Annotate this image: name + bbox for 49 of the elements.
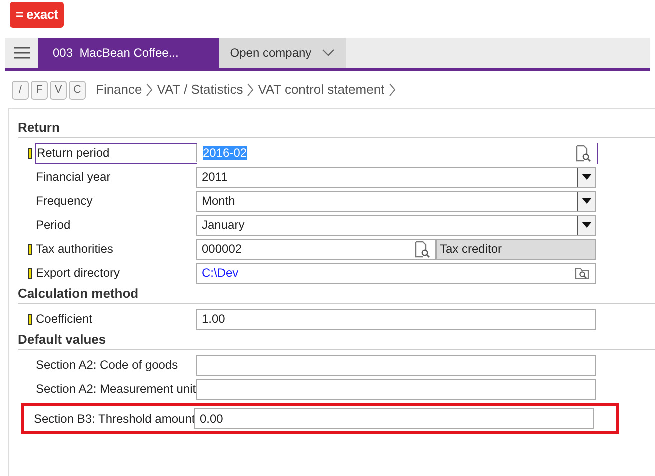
field-value: 0.00	[200, 412, 224, 426]
menu-icon[interactable]	[14, 47, 30, 59]
dropdown-field[interactable]: 2011	[196, 166, 596, 188]
dropdown-field[interactable]: January	[196, 214, 596, 236]
folder-field[interactable]: C:\Dev	[196, 262, 596, 284]
field-label: Section A2: Code of goods	[35, 357, 180, 374]
section-title: Default values	[18, 331, 655, 350]
field-label: Section A2: Measurement unit	[35, 381, 196, 398]
document-search-icon[interactable]	[414, 240, 430, 258]
field-value: C:\Dev	[202, 266, 239, 280]
shortcut-key[interactable]: /	[12, 80, 29, 100]
field-value: 000002	[202, 242, 242, 256]
field-value: 2011	[202, 170, 228, 184]
logo[interactable]: = exact	[10, 2, 64, 28]
description-field: Tax creditor	[436, 238, 596, 260]
lookup-field[interactable]: 000002	[196, 238, 436, 260]
chevron-right-icon	[386, 83, 398, 97]
section-title: Calculation method	[18, 285, 655, 304]
breadcrumb-link[interactable]: VAT control statement	[258, 80, 385, 100]
field-label: Coefficient	[35, 311, 94, 328]
field-label: Period	[35, 217, 72, 234]
field-value: 1.00	[202, 312, 226, 326]
chevron-right-icon	[144, 83, 156, 97]
input-field[interactable]	[196, 354, 596, 376]
breadcrumb-link[interactable]: Finance	[96, 80, 142, 100]
field-label: Financial year	[35, 169, 112, 186]
section-title: Return	[18, 119, 655, 138]
field-label: Frequency	[35, 193, 94, 210]
caret-down-icon[interactable]	[582, 174, 592, 180]
breadcrumb-link[interactable]: VAT / Statistics	[157, 80, 244, 100]
folder-search-icon[interactable]	[575, 266, 590, 280]
shortcut-key[interactable]: F	[31, 80, 48, 100]
field-label: Section B3: Threshold amount	[33, 410, 194, 428]
dropdown-field[interactable]: Month	[196, 190, 596, 212]
chevron-down-icon[interactable]	[322, 49, 335, 57]
field-label: Export directory	[35, 265, 122, 282]
open-company-button[interactable]: Open company	[219, 38, 346, 68]
input-field[interactable]: 1.00	[196, 308, 596, 330]
shortcut-key[interactable]: V	[50, 80, 67, 100]
chevron-right-icon	[245, 83, 256, 97]
company-tab[interactable]: 003 MacBean Coffee...	[38, 38, 219, 68]
input-field[interactable]	[196, 378, 596, 400]
field-value: Month	[202, 194, 236, 208]
caret-down-icon[interactable]	[582, 222, 592, 228]
caret-down-icon[interactable]	[582, 198, 592, 204]
shortcut-key[interactable]: C	[69, 80, 86, 100]
field-value: January	[202, 218, 245, 232]
field-label: Tax authorities	[35, 241, 114, 258]
input-field[interactable]: 0.00	[194, 408, 594, 429]
